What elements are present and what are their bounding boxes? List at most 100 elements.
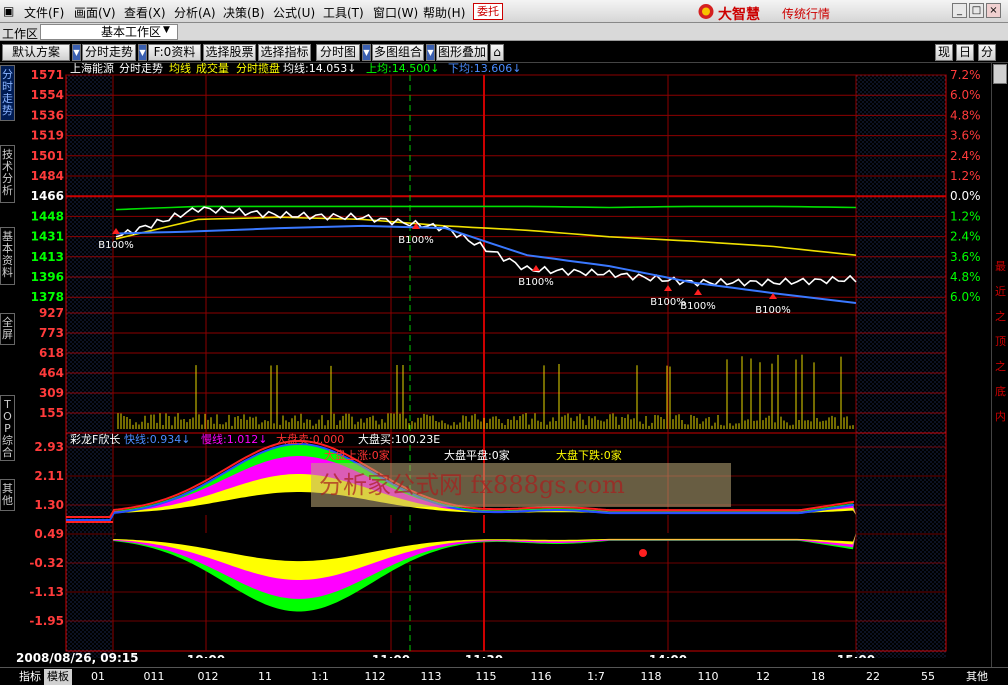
side-label-char: 内 xyxy=(995,410,1006,423)
f0-info-button[interactable]: F:0资料 xyxy=(148,44,201,61)
lower-avg-value: 下均:13.606↓ xyxy=(448,63,521,75)
chevron-down-icon[interactable]: ▼ xyxy=(362,44,371,61)
time-axis-label: 14:00 xyxy=(649,653,687,658)
tick-chart-button[interactable]: 分时图 xyxy=(316,44,360,61)
workspace-tab[interactable]: 基本工作区 xyxy=(40,24,178,40)
chevron-down-icon[interactable]: ▼ xyxy=(163,25,170,35)
pct-axis-label: 1.2% xyxy=(950,169,981,183)
pct-axis-label: 4.8% xyxy=(950,108,981,122)
chevron-down-icon[interactable]: ▼ xyxy=(138,44,147,61)
menu-decision[interactable]: 决策(B) xyxy=(223,4,265,21)
indicator-axis-label: -1.95 xyxy=(29,614,64,628)
side-tab-fundamentals[interactable]: 基本资料 xyxy=(0,227,15,285)
price-axis-label: 1571 xyxy=(31,68,64,82)
overlay-button[interactable]: 图形叠加 xyxy=(436,44,488,61)
bottom-tab-item[interactable]: 012 xyxy=(195,669,221,685)
scrollbar[interactable] xyxy=(993,64,1007,84)
close-button[interactable]: × xyxy=(986,3,1001,18)
indicator-buy: 大盘买:100.23E xyxy=(358,432,440,446)
view-minute-button[interactable]: 分 xyxy=(978,44,996,61)
volume-label: 成交量 xyxy=(196,63,229,75)
bottom-tab-item[interactable]: 1:7 xyxy=(583,669,609,685)
menu-analysis[interactable]: 分析(A) xyxy=(174,4,216,21)
view-now-button[interactable]: 现 xyxy=(935,44,953,61)
avg-line-label: 均线 xyxy=(169,63,191,75)
multi-chart-button[interactable]: 多图组合 xyxy=(372,44,424,61)
menu-view[interactable]: 画面(V) xyxy=(74,4,116,21)
bottom-tab-item[interactable]: 115 xyxy=(473,669,499,685)
bottom-tab-indicator[interactable]: 指标 xyxy=(16,669,44,685)
price-axis-label: 1431 xyxy=(31,230,64,244)
brand-logo-icon xyxy=(698,4,714,19)
select-indicator-button[interactable]: 选择指标 xyxy=(258,44,311,61)
trade-button[interactable]: 委托 xyxy=(473,3,503,20)
price-lines xyxy=(115,205,857,304)
bottom-tab-item[interactable]: 1:1 xyxy=(307,669,333,685)
bottom-tab-item[interactable]: 113 xyxy=(418,669,444,685)
menu-file[interactable]: 文件(F) xyxy=(24,4,64,21)
brand-tag: 传统行情 xyxy=(782,7,831,21)
time-axis-label: 11:00 xyxy=(372,653,410,658)
bottom-tab-item[interactable]: 011 xyxy=(141,669,167,685)
time-axis-label: 11:30 xyxy=(465,653,503,658)
bottom-tabs: 指标 模板 01 011 012 11 1:1 112 113 115 116 … xyxy=(0,667,1008,685)
minimize-button[interactable]: _ xyxy=(952,3,967,18)
indicator-name: 彩龙F欣长 xyxy=(70,432,120,446)
app-window: ▣ 文件(F) 画面(V) 查看(X) 分析(A) 决策(B) 公式(U) 工具… xyxy=(0,0,1008,685)
lock-icon[interactable]: ⌂ xyxy=(490,44,504,61)
intraday-chart[interactable]: B100% B100% B100% B100% B100% B100% 1571 7.2% 1… xyxy=(16,63,991,658)
bottom-tab-item[interactable]: 11 xyxy=(252,669,278,685)
upper-avg-value: 上均:14.500↓ xyxy=(366,63,439,75)
pre-open-region xyxy=(66,75,113,658)
bottom-tab-item[interactable]: 118 xyxy=(638,669,664,685)
bottom-tab-other[interactable]: 其他 xyxy=(963,669,991,685)
bottom-tab-item[interactable]: 110 xyxy=(695,669,721,685)
side-tab-top[interactable]: TOP综合 xyxy=(0,395,15,461)
indicator-bands xyxy=(66,439,856,612)
side-tab-intraday[interactable]: 分时走势 xyxy=(0,65,15,121)
indicator-axis-label: 2.93 xyxy=(34,440,64,454)
indicator-axis-label: -1.13 xyxy=(29,585,64,599)
side-label-char: 顶 xyxy=(995,335,1006,348)
bottom-tab-item[interactable]: 01 xyxy=(85,669,111,685)
side-label-char: 底 xyxy=(995,385,1006,398)
pct-axis-label: 4.8% xyxy=(950,270,981,284)
pct-axis-label: 2.4% xyxy=(950,230,981,244)
bottom-tab-item[interactable]: 22 xyxy=(860,669,886,685)
volume-axis-label: 773 xyxy=(39,326,64,340)
bottom-tab-item[interactable]: 112 xyxy=(362,669,388,685)
chart-title: 分时走势 xyxy=(119,63,163,75)
volume-bars xyxy=(117,354,854,429)
bottom-tab-item[interactable]: 55 xyxy=(915,669,941,685)
menu-bar: ▣ 文件(F) 画面(V) 查看(X) 分析(A) 决策(B) 公式(U) 工具… xyxy=(0,0,1008,23)
bottom-tab-item[interactable]: 116 xyxy=(528,669,554,685)
intraday-button[interactable]: 分时走势 xyxy=(82,44,136,61)
tick-label: 分时揽盘 xyxy=(236,63,280,75)
menu-tools[interactable]: 工具(T) xyxy=(323,4,364,21)
view-day-button[interactable]: 日 xyxy=(956,44,974,61)
volume-axis-label: 464 xyxy=(39,366,64,380)
maximize-button[interactable]: □ xyxy=(969,3,984,18)
chevron-down-icon[interactable]: ▼ xyxy=(72,44,81,61)
side-tab-other[interactable]: 其他 xyxy=(0,479,15,511)
menu-inspect[interactable]: 查看(X) xyxy=(124,4,166,21)
side-tab-fullscreen[interactable]: 全屏 xyxy=(0,313,15,345)
bottom-tab-template[interactable]: 模板 xyxy=(44,669,72,685)
side-tab-technical[interactable]: 技术分析 xyxy=(0,145,15,203)
indicator-axis-label: 1.30 xyxy=(34,498,64,512)
bottom-tab-item[interactable]: 12 xyxy=(750,669,776,685)
price-axis-label: 1519 xyxy=(31,129,64,143)
pct-axis-label: 6.0% xyxy=(950,88,981,102)
select-stock-button[interactable]: 选择股票 xyxy=(203,44,256,61)
menu-formula[interactable]: 公式(U) xyxy=(273,4,315,21)
default-scheme-button[interactable]: 默认方案 xyxy=(2,44,70,61)
buy-arrow-icon xyxy=(694,289,702,295)
bottom-tab-item[interactable]: 18 xyxy=(805,669,831,685)
menu-window[interactable]: 窗口(W) xyxy=(373,4,418,21)
menu-help[interactable]: 帮助(H) xyxy=(423,4,465,21)
stock-name: 上海能源 xyxy=(70,63,114,75)
chevron-down-icon[interactable]: ▼ xyxy=(426,44,435,61)
indicator-axis-label: 0.49 xyxy=(34,527,64,541)
app-icon[interactable]: ▣ xyxy=(3,4,14,18)
buy-marker-label: B100% xyxy=(680,301,715,312)
